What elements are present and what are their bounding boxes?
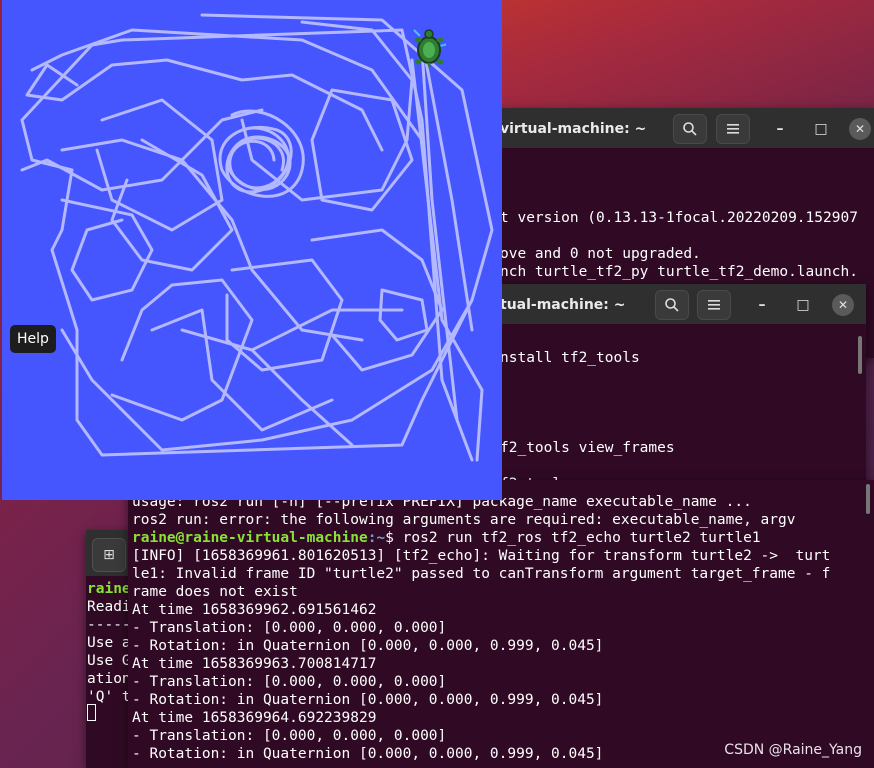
terminal-line: - Translation: [0.000, 0.000, 0.000] bbox=[132, 728, 447, 744]
terminal-line: t version (0.13.13-1focal.20220209.15290… bbox=[500, 210, 858, 226]
turtle-trail-canvas bbox=[20, 13, 494, 462]
search-icon bbox=[665, 298, 679, 312]
terminal-line: Use G bbox=[87, 653, 131, 669]
terminal-line: le1: Invalid frame ID "turtle2" passed t… bbox=[132, 566, 831, 582]
terminal-window-front[interactable]: usage: ros2 run [-h] [--prefix PREFIX] p… bbox=[128, 480, 874, 768]
close-button[interactable]: ✕ bbox=[849, 118, 871, 140]
prompt-path: :~ bbox=[367, 530, 386, 546]
terminal-line: nch turtle_tf2_py turtle_tf2_demo.launch… bbox=[500, 264, 858, 280]
search-button[interactable] bbox=[673, 114, 707, 144]
prompt-command: $ ros2 run tf2_ros tf2_echo turtle2 turt… bbox=[385, 530, 761, 546]
terminal-line: [INFO] [1658369961.801620513] [tf2_echo]… bbox=[132, 548, 831, 564]
new-tab-icon: ⊞ bbox=[103, 547, 115, 563]
scrollbar[interactable] bbox=[858, 336, 862, 374]
terminal-window-middle[interactable]: tual-machine: ~ – □ ✕ nstall tf2_tools f… bbox=[460, 284, 866, 504]
terminal-prompt-line: raine@raine-virtual-machine:~$ ros2 run … bbox=[132, 529, 761, 547]
close-button[interactable]: ✕ bbox=[832, 294, 854, 316]
help-tooltip: Help bbox=[10, 325, 56, 353]
close-icon: ✕ bbox=[854, 122, 866, 136]
terminal-titlebar[interactable]: virtual-machine: ~ – □ ✕ bbox=[460, 108, 874, 148]
window-title: virtual-machine: ~ bbox=[500, 121, 647, 137]
terminal-line: - Rotation: in Quaternion [0.000, 0.000,… bbox=[132, 746, 604, 762]
terminal-line: ----- bbox=[87, 617, 131, 633]
terminal-line: - Translation: [0.000, 0.000, 0.000] bbox=[132, 620, 447, 636]
search-icon bbox=[683, 122, 697, 136]
terminal-line: ros2 run: error: the following arguments… bbox=[132, 512, 796, 528]
search-button[interactable] bbox=[655, 290, 689, 320]
terminal-line: Use a bbox=[87, 635, 131, 651]
hamburger-menu-icon bbox=[727, 124, 739, 134]
terminal-titlebar[interactable]: tual-machine: ~ – □ ✕ bbox=[460, 284, 866, 324]
terminal-line: f2_tools view_frames bbox=[500, 440, 675, 456]
terminal-line: raine bbox=[87, 581, 131, 597]
terminal-line: - Rotation: in Quaternion [0.000, 0.000,… bbox=[132, 692, 604, 708]
watermark: CSDN @Raine_Yang bbox=[724, 742, 862, 758]
minimize-icon: – bbox=[776, 121, 784, 137]
minimize-icon: – bbox=[758, 297, 766, 313]
prompt-user: raine@raine-virtual-machine bbox=[132, 530, 368, 546]
minimize-button[interactable]: – bbox=[769, 118, 791, 140]
terminal-line: nstall tf2_tools bbox=[500, 350, 640, 366]
turtle-trail bbox=[20, 13, 494, 462]
maximize-icon: □ bbox=[814, 121, 828, 137]
terminal-line: ation bbox=[87, 671, 131, 687]
terminal-line: Readi bbox=[87, 599, 131, 615]
terminal-line: At time 1658369963.700814717 bbox=[132, 656, 377, 672]
scrollbar[interactable] bbox=[866, 484, 870, 514]
hamburger-menu-icon bbox=[708, 300, 720, 310]
menu-button[interactable] bbox=[716, 114, 750, 144]
terminal-line: rame does not exist bbox=[132, 584, 298, 600]
turtlesim-canvas[interactable] bbox=[2, 0, 502, 500]
maximize-icon: □ bbox=[796, 297, 810, 313]
close-icon: ✕ bbox=[837, 298, 849, 312]
window-title: tual-machine: ~ bbox=[500, 297, 626, 313]
maximize-button[interactable]: □ bbox=[810, 118, 832, 140]
terminal-line: At time 1658369964.692239829 bbox=[132, 710, 377, 726]
terminal-line: At time 1658369962.691561462 bbox=[132, 602, 377, 618]
terminal-line: - Translation: [0.000, 0.000, 0.000] bbox=[132, 674, 447, 690]
turtle-icon bbox=[413, 29, 446, 69]
new-tab-button[interactable]: ⊞ bbox=[92, 538, 126, 572]
menu-button[interactable] bbox=[697, 290, 731, 320]
terminal-cursor bbox=[87, 704, 96, 721]
minimize-button[interactable]: – bbox=[751, 294, 773, 316]
maximize-button[interactable]: □ bbox=[792, 294, 814, 316]
terminal-line: ove and 0 not upgraded. bbox=[500, 246, 701, 262]
terminal-line: - Rotation: in Quaternion [0.000, 0.000,… bbox=[132, 638, 604, 654]
